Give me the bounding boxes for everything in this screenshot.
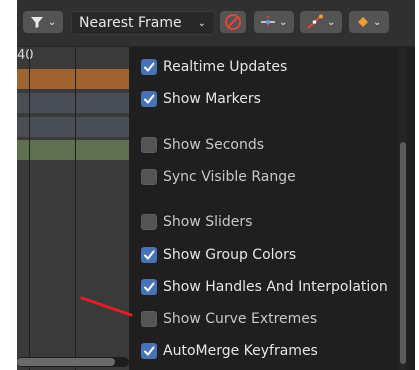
chevron-down-icon: ⌄ (48, 16, 57, 28)
view-dropdown-menu: Realtime Updates Show Markers Show Seconds… (129, 47, 415, 370)
menu-item-realtime-updates[interactable]: Realtime Updates (141, 55, 287, 79)
checkbox[interactable] (141, 214, 157, 230)
pivot-button[interactable]: ⌄ (254, 11, 294, 33)
frame-gridline (29, 47, 30, 370)
curve-edit-icon (306, 14, 324, 30)
menu-item-label: Show Markers (163, 91, 261, 107)
channel-track (17, 117, 129, 137)
checkbox[interactable] (141, 247, 157, 263)
channel-track (17, 93, 129, 113)
menu-item-show-curve-extremes[interactable]: Show Curve Extremes (141, 307, 317, 331)
menu-item-label: Show Sliders (163, 214, 253, 230)
menu-item-show-group-colors[interactable]: Show Group Colors (141, 243, 296, 267)
checkbox[interactable] (141, 137, 157, 153)
menu-item-show-seconds[interactable]: Show Seconds (141, 133, 264, 157)
menu-item-show-sliders[interactable]: Show Sliders (141, 210, 252, 234)
checkbox[interactable] (141, 59, 157, 75)
chevron-down-icon: ⌄ (197, 17, 206, 29)
horizontal-scrollbar[interactable] (17, 357, 129, 367)
pivot-snap-icon (260, 14, 276, 30)
checkbox[interactable] (141, 343, 157, 359)
menu-item-show-markers[interactable]: Show Markers (141, 87, 261, 111)
checkmark-icon (144, 94, 155, 104)
chevron-down-icon: ⌄ (279, 16, 288, 28)
frame-number: 40 (17, 48, 34, 63)
menu-item-automerge-keyframes[interactable]: AutoMerge Keyframes (141, 339, 318, 363)
interpolation-select-value: Nearest Frame (79, 15, 182, 31)
chevron-down-icon: ⌄ (327, 16, 336, 28)
chevron-down-icon: ⌄ (373, 16, 382, 28)
interpolation-select[interactable]: Nearest Frame ⌄ (71, 11, 215, 35)
menu-item-label: Show Group Colors (163, 247, 297, 263)
checkmark-icon (144, 250, 155, 260)
menu-scrollbar[interactable] (399, 47, 407, 370)
proportional-editing-icon (224, 13, 242, 31)
scrollbar-thumb[interactable] (400, 142, 406, 364)
checkmark-icon (144, 62, 155, 72)
menu-item-label: Show Handles And Interpolation (163, 279, 388, 295)
timeline-channels: 40 (17, 47, 129, 370)
scrollbar-thumb[interactable] (17, 358, 115, 366)
filter-icon (29, 14, 45, 30)
menu-item-show-handles-and-interpolation[interactable]: Show Handles And Interpolation (141, 275, 388, 299)
frame-gridline (75, 47, 76, 370)
menu-item-label: Show Curve Extremes (163, 311, 318, 327)
checkbox[interactable] (141, 279, 157, 295)
menu-item-label: Realtime Updates (163, 59, 288, 75)
checkbox[interactable] (141, 311, 157, 327)
keyframe-type-button[interactable]: ⌄ (349, 11, 389, 33)
channel-track (17, 140, 129, 160)
graph-editor: ⌄ Nearest Frame ⌄ ⌄ ⌄ ⌄ 40 Realtime Upda… (17, 0, 415, 370)
menu-item-label: Show Seconds (163, 137, 265, 153)
channel-track (17, 69, 129, 89)
curve-edit-button[interactable]: ⌄ (300, 11, 342, 33)
menu-item-sync-visible-range[interactable]: Sync Visible Range (141, 165, 296, 189)
checkbox[interactable] (141, 91, 157, 107)
checkbox[interactable] (141, 169, 157, 185)
checkmark-icon (144, 346, 155, 356)
keyframe-diamond-icon (356, 15, 370, 29)
filter-button[interactable]: ⌄ (23, 11, 63, 33)
header-toolbar: ⌄ Nearest Frame ⌄ ⌄ ⌄ ⌄ (17, 0, 415, 47)
menu-item-label: AutoMerge Keyframes (163, 343, 318, 359)
proportional-editing-button[interactable] (220, 11, 246, 33)
menu-item-label: Sync Visible Range (163, 169, 296, 185)
checkmark-icon (144, 282, 155, 292)
